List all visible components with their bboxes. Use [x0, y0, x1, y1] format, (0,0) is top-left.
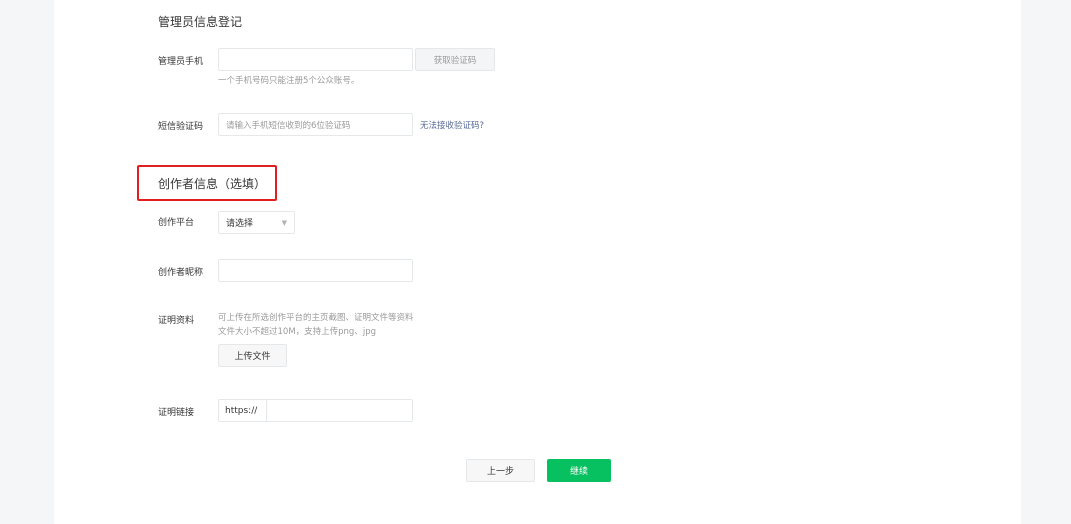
nickname-input[interactable] [218, 259, 413, 282]
continue-button[interactable]: 继续 [547, 459, 611, 482]
creator-section-title: 创作者信息（选填） [158, 177, 267, 191]
proof-hint-2: 文件大小不超过10M，支持上传png、jpg [218, 327, 376, 337]
upload-file-button[interactable]: 上传文件 [218, 344, 287, 367]
proof-link-input[interactable]: https:// [218, 399, 413, 422]
prev-step-button[interactable]: 上一步 [466, 459, 535, 482]
platform-select-value: 请选择 [226, 219, 254, 229]
nickname-label: 创作者昵称 [158, 268, 204, 278]
link-prefix: https:// [219, 400, 267, 421]
form-card [54, 0, 1021, 524]
sms-code-input[interactable]: 请输入手机短信收到的6位验证码 [218, 113, 413, 136]
phone-label: 管理员手机 [158, 57, 204, 67]
sms-code-placeholder: 请输入手机短信收到的6位验证码 [226, 120, 351, 131]
phone-hint: 一个手机号码只能注册5个公众账号。 [218, 76, 360, 86]
proof-label: 证明资料 [158, 316, 195, 326]
admin-section-title: 管理员信息登记 [158, 15, 243, 29]
platform-select[interactable]: 请选择 ▼ [218, 211, 295, 234]
sms-help-link[interactable]: 无法接收验证码? [420, 119, 484, 131]
sms-label: 短信验证码 [158, 122, 204, 132]
chevron-down-icon: ▼ [281, 219, 287, 227]
platform-label: 创作平台 [158, 218, 195, 228]
get-code-button[interactable]: 获取验证码 [415, 48, 495, 71]
proof-hint-1: 可上传在所选创作平台的主页截图、证明文件等资料 [218, 313, 414, 323]
link-label: 证明链接 [158, 408, 195, 418]
phone-input[interactable] [218, 48, 413, 71]
